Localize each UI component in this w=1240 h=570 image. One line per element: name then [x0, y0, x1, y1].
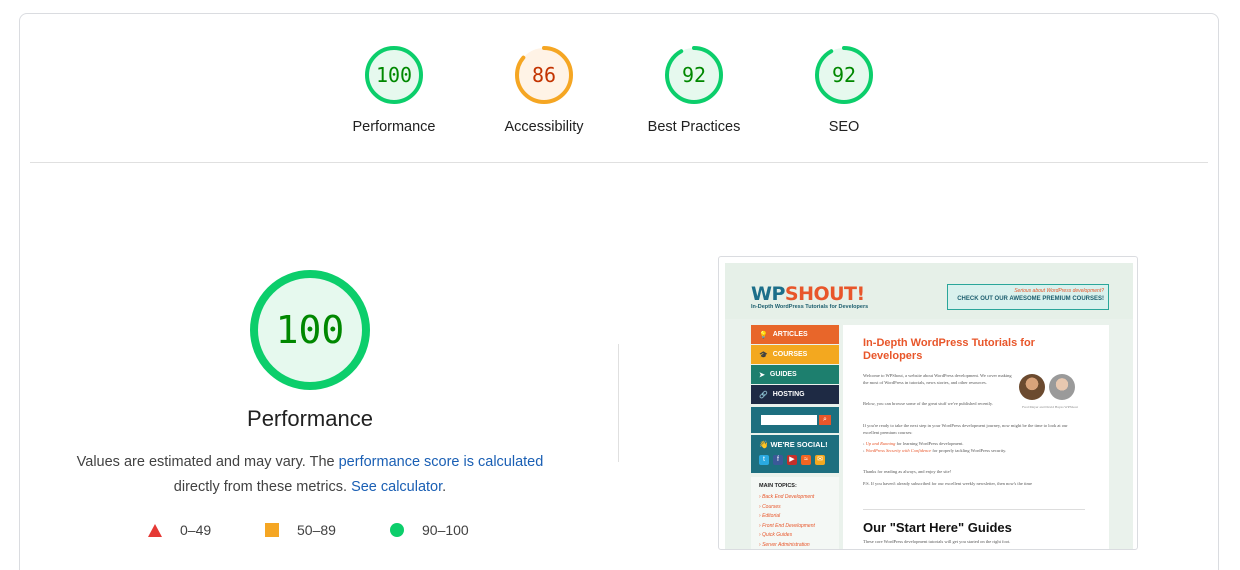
topics-title: MAIN TOPICS:: [759, 483, 797, 489]
vertical-separator: [618, 344, 619, 462]
legend-range: 0–49: [180, 522, 212, 538]
content-heading: In-Depth WordPress Tutorials for Develop…: [863, 337, 1035, 362]
promo-line: CHECK OUT OUR AWESOME PREMIUM COURSES!: [957, 296, 1104, 302]
social-box: 👋 WE'RE SOCIAL! t f ▶ ≈ ✉: [751, 435, 839, 473]
circle-icon: [390, 523, 404, 537]
gauge-score: 92: [832, 63, 856, 87]
topics-list: › Back End Development › Courses › Edito…: [759, 494, 815, 548]
rss-icon: ≈: [801, 455, 811, 465]
nav-item-articles: 💡 ARTICLES: [751, 325, 839, 344]
content-divider: [863, 509, 1085, 510]
desc-text: .: [442, 479, 447, 495]
final-screenshot[interactable]: WPSHOUT! In-Depth WordPress Tutorials fo…: [718, 256, 1138, 550]
site-content: In-Depth WordPress Tutorials for Develop…: [843, 325, 1109, 549]
twitter-icon: t: [759, 455, 769, 465]
gauge-ring: 86: [515, 46, 573, 104]
gauge-label: SEO: [828, 119, 860, 135]
content-paragraph: Thanks for reading as always, and enjoy …: [863, 469, 952, 474]
wave-icon: 👋: [759, 440, 769, 449]
gauge-score: 100: [376, 63, 412, 87]
gauge-ring: 100: [365, 46, 423, 104]
promo-banner: Serious about WordPress development? CHE…: [947, 284, 1109, 310]
square-icon: [265, 523, 279, 537]
course-list: › Up and Running for learning WordPress …: [863, 441, 1007, 453]
gauge-performance[interactable]: 100 Performance: [334, 44, 454, 135]
promo-line: Serious about WordPress development?: [1014, 288, 1104, 294]
gauge-ring: 92: [665, 46, 723, 104]
author-avatar: [1019, 374, 1045, 400]
gauge-ring: 92: [815, 46, 873, 104]
gauge-ring: 100: [250, 270, 370, 390]
lighthouse-report-card: 100 Performance 86 Accessibility 92 Best…: [19, 13, 1219, 570]
score-calculated-link[interactable]: performance score is calculated: [339, 454, 544, 470]
graduation-cap-icon: 🎓: [759, 351, 768, 359]
content-paragraph: Welcome to WPShout, a website about Word…: [863, 373, 1012, 385]
gauge-label: Accessibility: [504, 119, 584, 135]
main-topics: MAIN TOPICS: › Back End Development › Co…: [751, 477, 839, 549]
arrow-icon: ➤: [759, 371, 765, 379]
performance-description: Values are estimated and may vary. The p…: [50, 450, 570, 500]
email-icon: ✉: [815, 455, 825, 465]
social-title: 👋 WE'RE SOCIAL!: [759, 440, 828, 449]
nav-item-hosting: 🔗 HOSTING: [751, 385, 839, 404]
link-icon: 🔗: [759, 391, 768, 399]
content-paragraph: If you're ready to take the next step in…: [863, 423, 1068, 435]
content-paragraph: P.S. If you haven't already subscribed f…: [863, 481, 1033, 486]
see-calculator-link[interactable]: See calculator: [351, 479, 442, 495]
search-icon: ⌕: [819, 415, 831, 425]
site-logo: WPSHOUT!: [751, 283, 865, 305]
author-avatar: [1049, 374, 1075, 400]
main-score: 100: [276, 308, 345, 352]
gauge-label: Performance: [352, 119, 436, 135]
nav-item-guides: ➤ GUIDES: [751, 365, 839, 384]
site-nav: 💡 ARTICLES 🎓 COURSES ➤ GUIDES 🔗 HOSTING: [751, 325, 839, 405]
site-header: WPSHOUT! In-Depth WordPress Tutorials fo…: [725, 263, 1133, 319]
legend-item-fail: 0–49: [148, 522, 211, 538]
desc-text: Values are estimated and may vary. The: [76, 454, 339, 470]
score-legend: 0–49 50–89 90–100: [148, 522, 508, 542]
legend-range: 90–100: [422, 522, 469, 538]
gauge-seo[interactable]: 92 SEO: [784, 44, 904, 135]
gauge-best-practices[interactable]: 92 Best Practices: [634, 44, 754, 135]
gauge-accessibility[interactable]: 86 Accessibility: [484, 44, 604, 135]
site-tagline: In-Depth WordPress Tutorials for Develop…: [751, 304, 869, 310]
gauge-score: 92: [682, 63, 706, 87]
site-search-input: [761, 415, 817, 425]
legend-item-pass: 90–100: [390, 522, 469, 538]
desc-text: directly from these metrics.: [173, 479, 352, 495]
triangle-icon: [148, 523, 162, 537]
main-performance-gauge: 100: [248, 268, 372, 392]
legend-item-average: 50–89: [265, 522, 336, 538]
gauge-label: Best Practices: [647, 119, 741, 135]
content-paragraph: Below, you can browse some of the great …: [863, 401, 993, 406]
content-paragraph: These core WordPress development tutoria…: [863, 539, 1011, 544]
screenshot-site: WPSHOUT! In-Depth WordPress Tutorials fo…: [725, 263, 1133, 549]
authors-caption: Fred Meyer and David Hayes WPShout: [1022, 405, 1078, 409]
social-icons: t f ▶ ≈ ✉: [759, 455, 829, 465]
summary-gauges: 100 Performance 86 Accessibility 92 Best…: [20, 44, 1218, 164]
main-category-title: Performance: [247, 406, 373, 431]
section-heading: Our "Start Here" Guides: [863, 520, 1012, 535]
gauge-score: 86: [532, 63, 556, 87]
legend-range: 50–89: [297, 522, 336, 538]
facebook-icon: f: [773, 455, 783, 465]
youtube-icon: ▶: [787, 455, 797, 465]
section-divider: [30, 162, 1208, 163]
nav-item-courses: 🎓 COURSES: [751, 345, 839, 364]
lightbulb-icon: 💡: [759, 331, 768, 339]
site-search: ⌕: [751, 407, 839, 433]
